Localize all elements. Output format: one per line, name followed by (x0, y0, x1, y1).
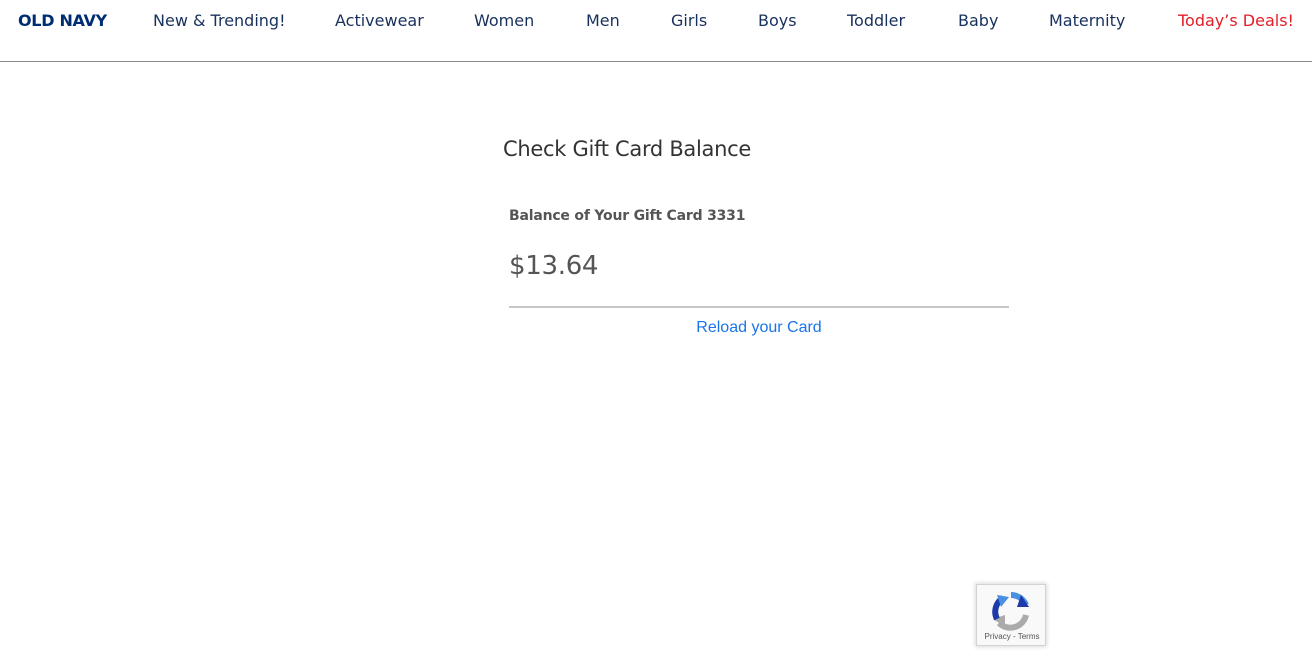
nav-item-maternity[interactable]: Maternity (1049, 10, 1125, 32)
recaptcha-separator: - (1010, 632, 1018, 641)
divider (509, 306, 1009, 308)
balance-amount: $13.64 (509, 251, 599, 281)
recaptcha-badge[interactable]: Privacy - Terms (976, 584, 1046, 646)
nav-item-boys[interactable]: Boys (758, 10, 797, 32)
recaptcha-links: Privacy - Terms (977, 632, 1045, 642)
nav-item-toddler[interactable]: Toddler (847, 10, 905, 32)
nav-item-women[interactable]: Women (474, 10, 534, 32)
nav-item-new-trending[interactable]: New & Trending! (153, 10, 286, 32)
old-navy-logo[interactable]: OLD NAVY (18, 10, 107, 32)
balance-label: Balance of Your Gift Card 3331 (509, 208, 746, 224)
recaptcha-icon (992, 591, 1029, 631)
nav-item-baby[interactable]: Baby (958, 10, 998, 32)
nav-item-activewear[interactable]: Activewear (335, 10, 424, 32)
recaptcha-privacy-link[interactable]: Privacy (985, 632, 1011, 641)
page-title: Check Gift Card Balance (503, 137, 751, 161)
top-navigation: OLD NAVY New & Trending! Activewear Wome… (0, 0, 1312, 62)
nav-item-men[interactable]: Men (586, 10, 620, 32)
nav-item-girls[interactable]: Girls (671, 10, 707, 32)
recaptcha-terms-link[interactable]: Terms (1018, 632, 1040, 641)
reload-card-link[interactable]: Reload your Card (509, 318, 1009, 338)
nav-item-todays-deals[interactable]: Today’s Deals! (1178, 10, 1294, 32)
